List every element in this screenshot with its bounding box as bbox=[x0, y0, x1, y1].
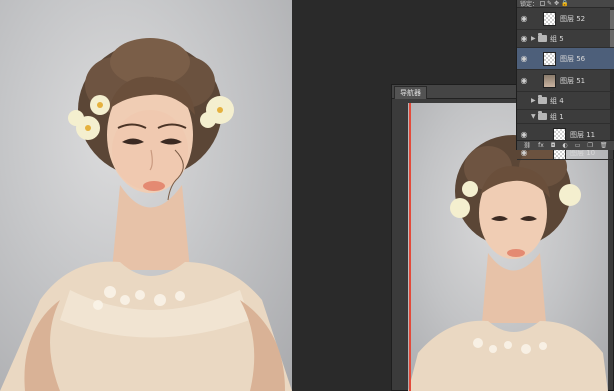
layer-thumbnail bbox=[543, 51, 556, 66]
chevron-right-icon[interactable]: ▶ bbox=[531, 35, 538, 42]
layer-row[interactable]: ◉ 图层 51 bbox=[517, 70, 614, 92]
folder-icon bbox=[538, 111, 547, 120]
lock-brush-icon[interactable]: ✎ bbox=[547, 0, 552, 7]
layer-name: 组 1 bbox=[550, 112, 564, 121]
layer-name: 图层 51 bbox=[560, 76, 586, 85]
visibility-eye-icon[interactable]: ◉ bbox=[517, 54, 531, 63]
lock-move-icon[interactable]: ✥ bbox=[554, 0, 559, 7]
layer-thumbnail bbox=[543, 73, 556, 88]
layers-panel: 锁定： ✎ ✥ 🔒 ◉ 图层 52 ◉ ▶ 组 5 ◉ 图层 56 ◉ 图层 5… bbox=[516, 0, 614, 160]
layers-footer-toolbar: ⛓ fx ◘ ◐ ▭ ❐ 🗑 bbox=[517, 140, 614, 150]
adjustment-icon[interactable]: ◐ bbox=[563, 142, 568, 149]
trash-icon[interactable]: 🗑 bbox=[600, 142, 608, 149]
layer-group-row[interactable]: ◉ ▶ 组 5 bbox=[517, 30, 614, 48]
layer-group-row[interactable]: ◉ ▼ 组 1 bbox=[517, 110, 614, 124]
layer-name: 组 5 bbox=[550, 34, 564, 43]
navigator-view-rectangle[interactable] bbox=[409, 103, 411, 391]
portrait-illustration bbox=[0, 38, 292, 391]
fx-icon[interactable]: fx bbox=[538, 142, 544, 149]
visibility-eye-icon[interactable]: ◉ bbox=[517, 96, 531, 105]
new-layer-icon[interactable]: ❐ bbox=[587, 142, 592, 149]
chevron-down-icon[interactable]: ▼ bbox=[531, 113, 538, 120]
visibility-eye-icon[interactable]: ◉ bbox=[517, 112, 531, 121]
layer-name: 图层 56 bbox=[560, 54, 586, 63]
mask-icon[interactable]: ◘ bbox=[551, 142, 556, 149]
chevron-right-icon[interactable]: ▶ bbox=[531, 97, 538, 104]
layer-thumbnail bbox=[543, 11, 556, 26]
lock-transparent-icon[interactable] bbox=[540, 1, 546, 6]
layer-row[interactable]: ◉ 图层 52 bbox=[517, 8, 614, 30]
visibility-eye-icon[interactable]: ◉ bbox=[517, 14, 531, 23]
visibility-eye-icon[interactable]: ◉ bbox=[517, 130, 531, 139]
layer-name: 组 4 bbox=[550, 96, 564, 105]
lock-all-icon[interactable]: 🔒 bbox=[561, 0, 568, 7]
visibility-eye-icon[interactable]: ◉ bbox=[517, 34, 531, 43]
folder-icon[interactable]: ▭ bbox=[575, 142, 581, 149]
layers-lock-bar: 锁定： ✎ ✥ 🔒 bbox=[517, 0, 614, 8]
document-canvas[interactable] bbox=[0, 0, 292, 391]
lock-label: 锁定： bbox=[520, 1, 539, 8]
link-icon[interactable]: ⛓ bbox=[524, 142, 532, 149]
folder-icon bbox=[538, 33, 547, 42]
folder-icon bbox=[538, 95, 547, 104]
layer-name: 图层 52 bbox=[560, 14, 586, 23]
layer-group-row[interactable]: ◉ ▶ 组 4 bbox=[517, 92, 614, 110]
tab-navigator[interactable]: 导航器 bbox=[394, 86, 427, 99]
layer-row-selected[interactable]: ◉ 图层 56 bbox=[517, 48, 614, 70]
visibility-eye-icon[interactable]: ◉ bbox=[517, 76, 531, 85]
layer-name: 图层 11 bbox=[570, 130, 596, 139]
